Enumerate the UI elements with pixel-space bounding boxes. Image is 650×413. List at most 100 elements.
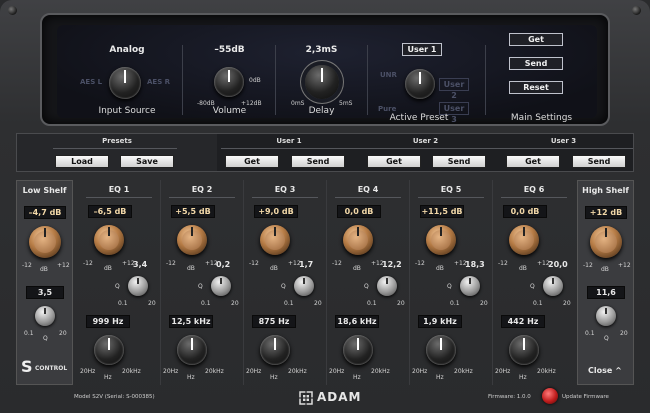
divider-line [501, 197, 567, 198]
gain-min-label: -12 [583, 262, 593, 269]
low-shelf-q-knob[interactable] [35, 306, 55, 326]
high-shelf-gain-value: +12 dB [585, 206, 627, 219]
eq-gain-value: +11,5 dB [420, 205, 464, 218]
active-preset-caption-wrap [372, 25, 472, 118]
delay-value: 2,3mS [305, 45, 338, 55]
freq-min-label: 20Hz [329, 368, 345, 375]
freq-unit-label: Hz [353, 374, 361, 381]
low-shelf-q-value: 3,5 [26, 286, 64, 299]
divider-line [53, 148, 177, 149]
q-label: Q [281, 283, 286, 290]
volume-caption: Volume [212, 106, 247, 116]
display-divider [275, 45, 276, 115]
high-shelf-title: High Shelf [582, 186, 629, 195]
low-shelf-gain-knob[interactable] [29, 226, 61, 258]
update-firmware-button[interactable] [542, 388, 558, 404]
delay-knob[interactable] [305, 65, 339, 99]
eq-freq-knob[interactable] [509, 335, 539, 365]
q-max-label: 20 [148, 300, 156, 307]
eq-freq-value: 875 Hz [252, 315, 296, 328]
eq-gain-knob[interactable] [94, 225, 124, 255]
gain-unit-label: dB [270, 265, 278, 272]
gain-unit-label: dB [40, 266, 48, 273]
user-1-send-button[interactable]: Send [291, 155, 345, 168]
main-reset-button[interactable]: Reset [509, 81, 563, 94]
update-firmware-label: Update Firmware [562, 394, 609, 400]
eq-q-knob[interactable] [294, 276, 314, 296]
preset-load-button[interactable]: Load [55, 155, 109, 168]
main-settings-caption: Main Settings [510, 113, 573, 123]
input-source-option-aes-r[interactable]: AES R [147, 78, 170, 86]
q-max-label: 20 [620, 330, 628, 337]
gain-min-label: -12 [249, 260, 259, 267]
freq-min-label: 20Hz [80, 368, 96, 375]
eq-band-title: EQ 1 [108, 185, 130, 194]
eq-gain-knob[interactable] [343, 225, 373, 255]
input-source-option-aes-l[interactable]: AES L [80, 78, 102, 86]
eq-q-value: 0,2 [216, 260, 231, 269]
q-max-label: 20 [563, 300, 571, 307]
eq-q-value: 20,0 [548, 260, 568, 269]
main-send-button[interactable]: Send [509, 57, 563, 70]
freq-max-label: 20kHz [122, 368, 141, 375]
gain-unit-label: dB [519, 265, 527, 272]
gain-min-label: -12 [332, 260, 342, 267]
freq-max-label: 20kHz [371, 368, 390, 375]
eq-band-2: EQ 2 +5,5 dB -12 dB +12 0,2 Q 0.1 20 12,5 kHz 20Hz… [161, 180, 243, 385]
eq-gain-value: 0,0 dB [337, 205, 381, 218]
q-label: Q [364, 283, 369, 290]
eq-gain-knob[interactable] [260, 225, 290, 255]
eq-gain-knob[interactable] [509, 225, 539, 255]
eq-gain-knob[interactable] [177, 225, 207, 255]
user-1-get-button[interactable]: Get [225, 155, 279, 168]
eq-q-knob[interactable] [543, 276, 563, 296]
close-button[interactable]: Close ^ [588, 366, 622, 375]
input-source-value: Analog [109, 45, 145, 55]
volume-value: –55dB [214, 45, 245, 55]
freq-min-label: 20Hz [412, 368, 428, 375]
divider-line [418, 197, 484, 198]
high-shelf-q-knob[interactable] [596, 306, 616, 326]
eq-q-knob[interactable] [211, 276, 231, 296]
user-2-send-button[interactable]: Send [432, 155, 486, 168]
main-window: Analog AES L AES R Input Source –55dB 0d… [0, 0, 650, 413]
eq-freq-knob[interactable] [177, 335, 207, 365]
q-label: Q [198, 283, 203, 290]
q-min-label: 0.1 [24, 330, 34, 337]
preset-save-button[interactable]: Save [120, 155, 174, 168]
user-3-get-button[interactable]: Get [506, 155, 560, 168]
eq-gain-knob[interactable] [426, 225, 456, 255]
q-min-label: 0.1 [367, 300, 377, 307]
eq-q-value: 18,3 [465, 260, 485, 269]
eq-q-knob[interactable] [128, 276, 148, 296]
user-3-send-button[interactable]: Send [572, 155, 626, 168]
main-get-button[interactable]: Get [509, 33, 563, 46]
divider-line [221, 148, 357, 149]
eq-band-4: EQ 4 0,0 dB -12 dB +12 12,2 Q 0.1 20 18,6 kHz 20Hz… [327, 180, 409, 385]
q-label: Q [604, 335, 609, 342]
user-2-get-button[interactable]: Get [367, 155, 421, 168]
eq-freq-knob[interactable] [94, 335, 124, 365]
user-1-title: User 1 [276, 137, 302, 145]
close-label: Close [588, 366, 613, 375]
q-max-label: 20 [231, 300, 239, 307]
divider-line [494, 148, 633, 149]
volume-knob[interactable] [214, 67, 244, 97]
eq-freq-knob[interactable] [260, 335, 290, 365]
volume-max-top-label: 0dB [249, 77, 261, 84]
logo-control: CONTROL [35, 365, 68, 372]
q-min-label: 0.1 [201, 300, 211, 307]
eq-q-knob[interactable] [377, 276, 397, 296]
input-source-knob[interactable] [109, 67, 141, 99]
eq-freq-knob[interactable] [343, 335, 373, 365]
gain-unit-label: dB [104, 265, 112, 272]
user-2-section: User 2 Get Send [357, 134, 494, 171]
logo-s: S [21, 357, 33, 376]
divider-line [252, 197, 318, 198]
freq-max-label: 20kHz [205, 368, 224, 375]
adam-logo-icon [298, 390, 314, 406]
eq-freq-knob[interactable] [426, 335, 456, 365]
eq-q-knob[interactable] [460, 276, 480, 296]
divider-line [335, 197, 401, 198]
high-shelf-gain-knob[interactable] [590, 226, 622, 258]
